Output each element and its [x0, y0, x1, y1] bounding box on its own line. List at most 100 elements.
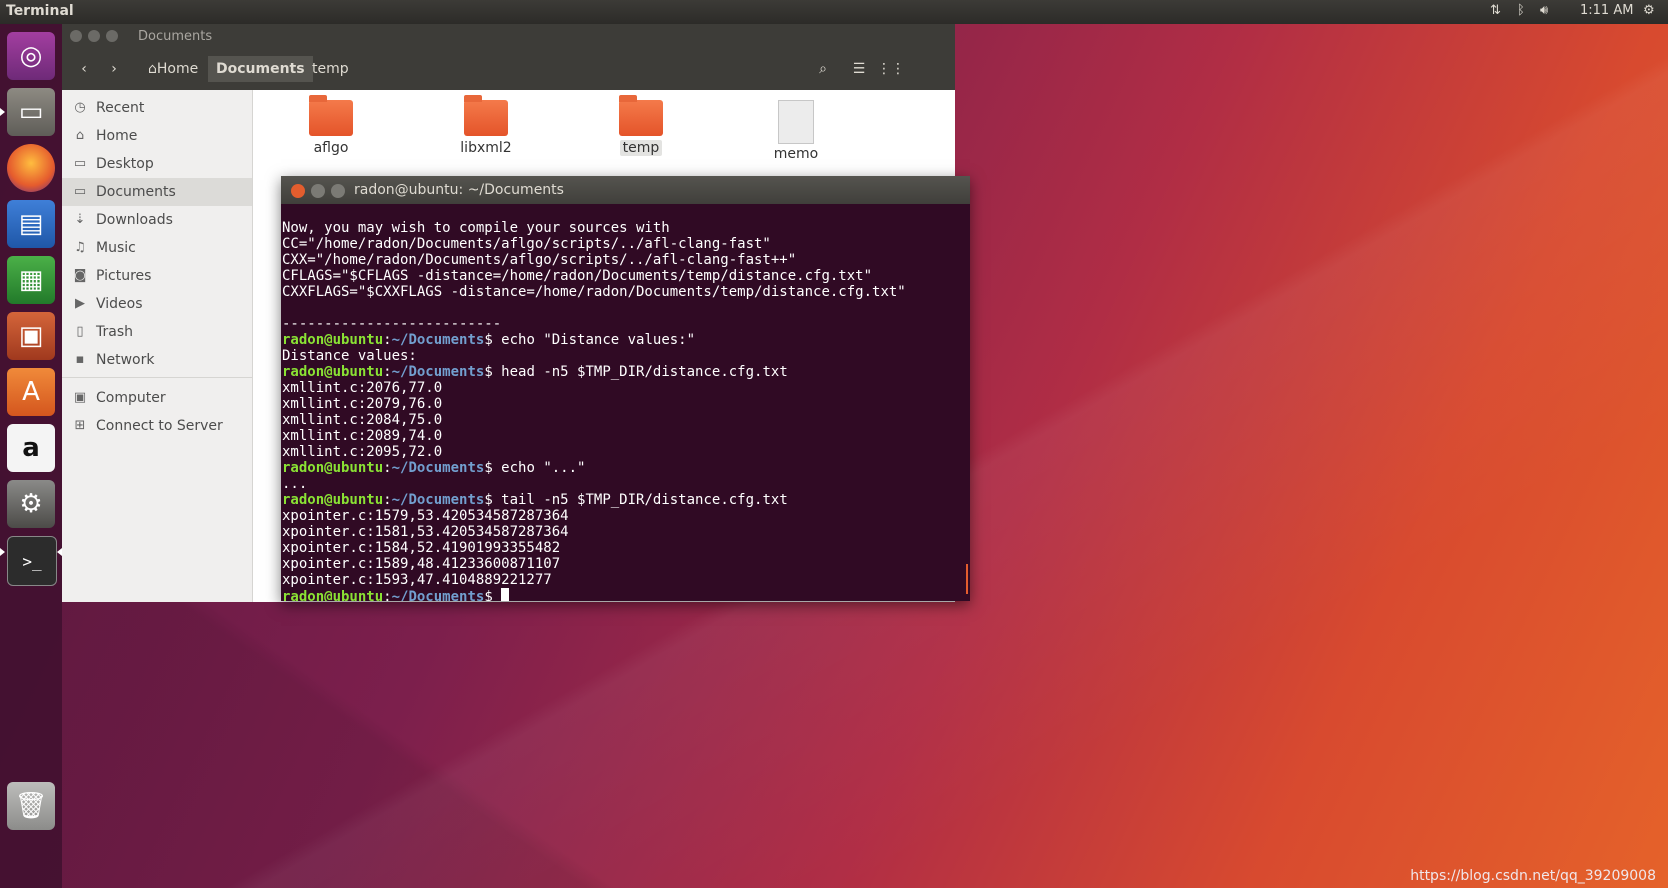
- folder-item-libxml2[interactable]: libxml2: [436, 95, 536, 156]
- output-line: xmllint.c:2095,72.0: [282, 444, 443, 460]
- files-toolbar: ‹ › ⌂Home Documents temp ⌕ ☰ ⋮⋮: [62, 48, 955, 90]
- top-panel: Terminal ⇅ ᛒ 🔊︎ 1:11 AM ⚙: [0, 0, 1668, 24]
- scrollbar[interactable]: [966, 564, 968, 594]
- output-line: xmllint.c:2076,77.0: [282, 380, 443, 396]
- output-line: CFLAGS="$CFLAGS -distance=/home/radon/Do…: [282, 268, 873, 284]
- sidebar-item-computer[interactable]: ▣ Computer: [62, 384, 252, 412]
- grid-view-icon[interactable]: ⋮⋮: [876, 56, 906, 82]
- music-icon: ♫: [74, 240, 86, 255]
- terminal-icon[interactable]: >_: [7, 536, 57, 586]
- command-line: radon@ubuntu:~/Documents$ echo "Distance…: [282, 332, 696, 348]
- sidebar-item-downloads[interactable]: ⇣ Downloads: [62, 206, 252, 234]
- sidebar-item-recent[interactable]: ◷ Recent: [62, 94, 252, 122]
- prompt-dir: ~/Documents: [391, 332, 485, 348]
- prompt-dir: ~/Documents: [391, 364, 485, 380]
- trash-icon[interactable]: 🗑︎: [7, 782, 55, 830]
- sidebar-item-home[interactable]: ⌂ Home: [62, 122, 252, 150]
- calc-icon[interactable]: ▦: [7, 256, 55, 304]
- prompt-user: radon@ubuntu: [282, 589, 384, 601]
- app-name: Terminal: [6, 3, 74, 19]
- command-text: tail -n5 $TMP_DIR/distance.cfg.txt: [492, 492, 788, 508]
- command-text: head -n5 $TMP_DIR/distance.cfg.txt: [492, 364, 788, 380]
- breadcrumb-documents[interactable]: Documents: [208, 56, 313, 82]
- trash-icon: ▯: [76, 324, 84, 339]
- clock-icon: ◷: [74, 100, 86, 115]
- computer-icon: ▣: [73, 390, 87, 405]
- clock[interactable]: 1:11 AM: [1580, 3, 1633, 18]
- running-indicator: [0, 108, 5, 116]
- output-line: --------------------------: [282, 316, 502, 332]
- impress-icon[interactable]: ▣: [7, 312, 55, 360]
- folder-icon: ▭: [73, 156, 87, 171]
- sidebar-item-documents[interactable]: ▭ Documents: [62, 178, 252, 206]
- output-line: xpointer.c:1579,53.420534587287364: [282, 508, 569, 524]
- prompt-user: radon@ubuntu: [282, 492, 384, 508]
- minimize-icon[interactable]: [88, 30, 100, 42]
- forward-button[interactable]: ›: [100, 56, 128, 82]
- file-item-memo[interactable]: memo: [746, 100, 846, 162]
- back-button[interactable]: ‹: [70, 56, 98, 82]
- window-title: Documents: [138, 29, 213, 44]
- sidebar-item-music[interactable]: ♫ Music: [62, 234, 252, 262]
- amazon-icon[interactable]: a: [7, 424, 55, 472]
- home-icon: ⌂: [148, 61, 157, 77]
- maximize-icon[interactable]: [331, 184, 345, 198]
- sidebar-divider: [62, 377, 252, 378]
- firefox-icon[interactable]: [7, 144, 55, 192]
- system-gear-icon[interactable]: ⚙: [1643, 3, 1655, 18]
- sidebar-item-videos[interactable]: ▶ Videos: [62, 290, 252, 318]
- terminal-output[interactable]: Now, you may wish to compile your source…: [282, 204, 970, 601]
- output-line: Now, you may wish to compile your source…: [282, 220, 670, 236]
- folder-item-aflgo[interactable]: aflgo: [281, 95, 381, 156]
- writer-icon[interactable]: ▤: [7, 200, 55, 248]
- breadcrumb-home[interactable]: ⌂Home: [140, 56, 206, 82]
- server-icon: ⊞: [74, 418, 86, 433]
- list-view-icon[interactable]: ☰: [844, 56, 874, 82]
- prompt-dir: ~/Documents: [391, 460, 485, 476]
- sidebar-item-desktop[interactable]: ▭ Desktop: [62, 150, 252, 178]
- output-line: Distance values:: [282, 348, 417, 364]
- prompt-dir: ~/Documents: [391, 589, 485, 601]
- files-titlebar: Documents: [62, 24, 955, 48]
- search-icon[interactable]: ⌕: [808, 56, 838, 82]
- prompt-user: radon@ubuntu: [282, 332, 384, 348]
- close-icon[interactable]: [291, 184, 305, 198]
- sidebar-item-connect-to-server[interactable]: ⊞ Connect to Server: [62, 412, 252, 440]
- output-line: xmllint.c:2089,74.0: [282, 428, 443, 444]
- sidebar-item-network[interactable]: ▪ Network: [62, 346, 252, 374]
- network-icon[interactable]: ⇅: [1490, 3, 1501, 18]
- folder-icon: [309, 95, 353, 136]
- output-line: xmllint.c:2079,76.0: [282, 396, 443, 412]
- settings-icon[interactable]: ⚙: [7, 480, 55, 528]
- launcher: ◎ ▭ ▤ ▦ ▣ A a ⚙ >_ 🗑︎: [0, 24, 62, 888]
- command-text: echo "Distance values:": [492, 332, 696, 348]
- minimize-icon[interactable]: [311, 184, 325, 198]
- folder-icon: [464, 95, 508, 136]
- breadcrumb-temp[interactable]: temp: [304, 56, 357, 82]
- download-icon: ⇣: [74, 212, 86, 227]
- command-line: radon@ubuntu:~/Documents$ echo "...": [282, 460, 586, 476]
- prompt-dir: ~/Documents: [391, 492, 485, 508]
- close-icon[interactable]: [70, 30, 82, 42]
- output-line: xpointer.c:1589,48.41233600871107: [282, 556, 561, 572]
- output-line: xpointer.c:1593,47.4104889221277: [282, 572, 552, 588]
- text-cursor: [501, 588, 510, 601]
- folder-icon: ▭: [73, 184, 87, 199]
- current-prompt[interactable]: radon@ubuntu:~/Documents$: [282, 588, 970, 601]
- dash-icon[interactable]: ◎: [7, 32, 55, 80]
- files-icon[interactable]: ▭: [7, 88, 55, 136]
- home-icon: ⌂: [75, 128, 85, 143]
- sidebar-item-trash[interactable]: ▯ Trash: [62, 318, 252, 346]
- bluetooth-icon[interactable]: ᛒ: [1517, 3, 1525, 18]
- output-line: xmllint.c:2084,75.0: [282, 412, 443, 428]
- maximize-icon[interactable]: [106, 30, 118, 42]
- watermark: https://blog.csdn.net/qq_39209008: [1410, 868, 1656, 884]
- prompt-user: radon@ubuntu: [282, 460, 384, 476]
- volume-icon[interactable]: 🔊︎: [1540, 3, 1548, 18]
- video-icon: ▶: [75, 296, 85, 311]
- folder-item-temp[interactable]: temp: [591, 95, 691, 156]
- camera-icon: ◙: [73, 268, 87, 283]
- software-center-icon[interactable]: A: [7, 368, 55, 416]
- sidebar-item-pictures[interactable]: ◙ Pictures: [62, 262, 252, 290]
